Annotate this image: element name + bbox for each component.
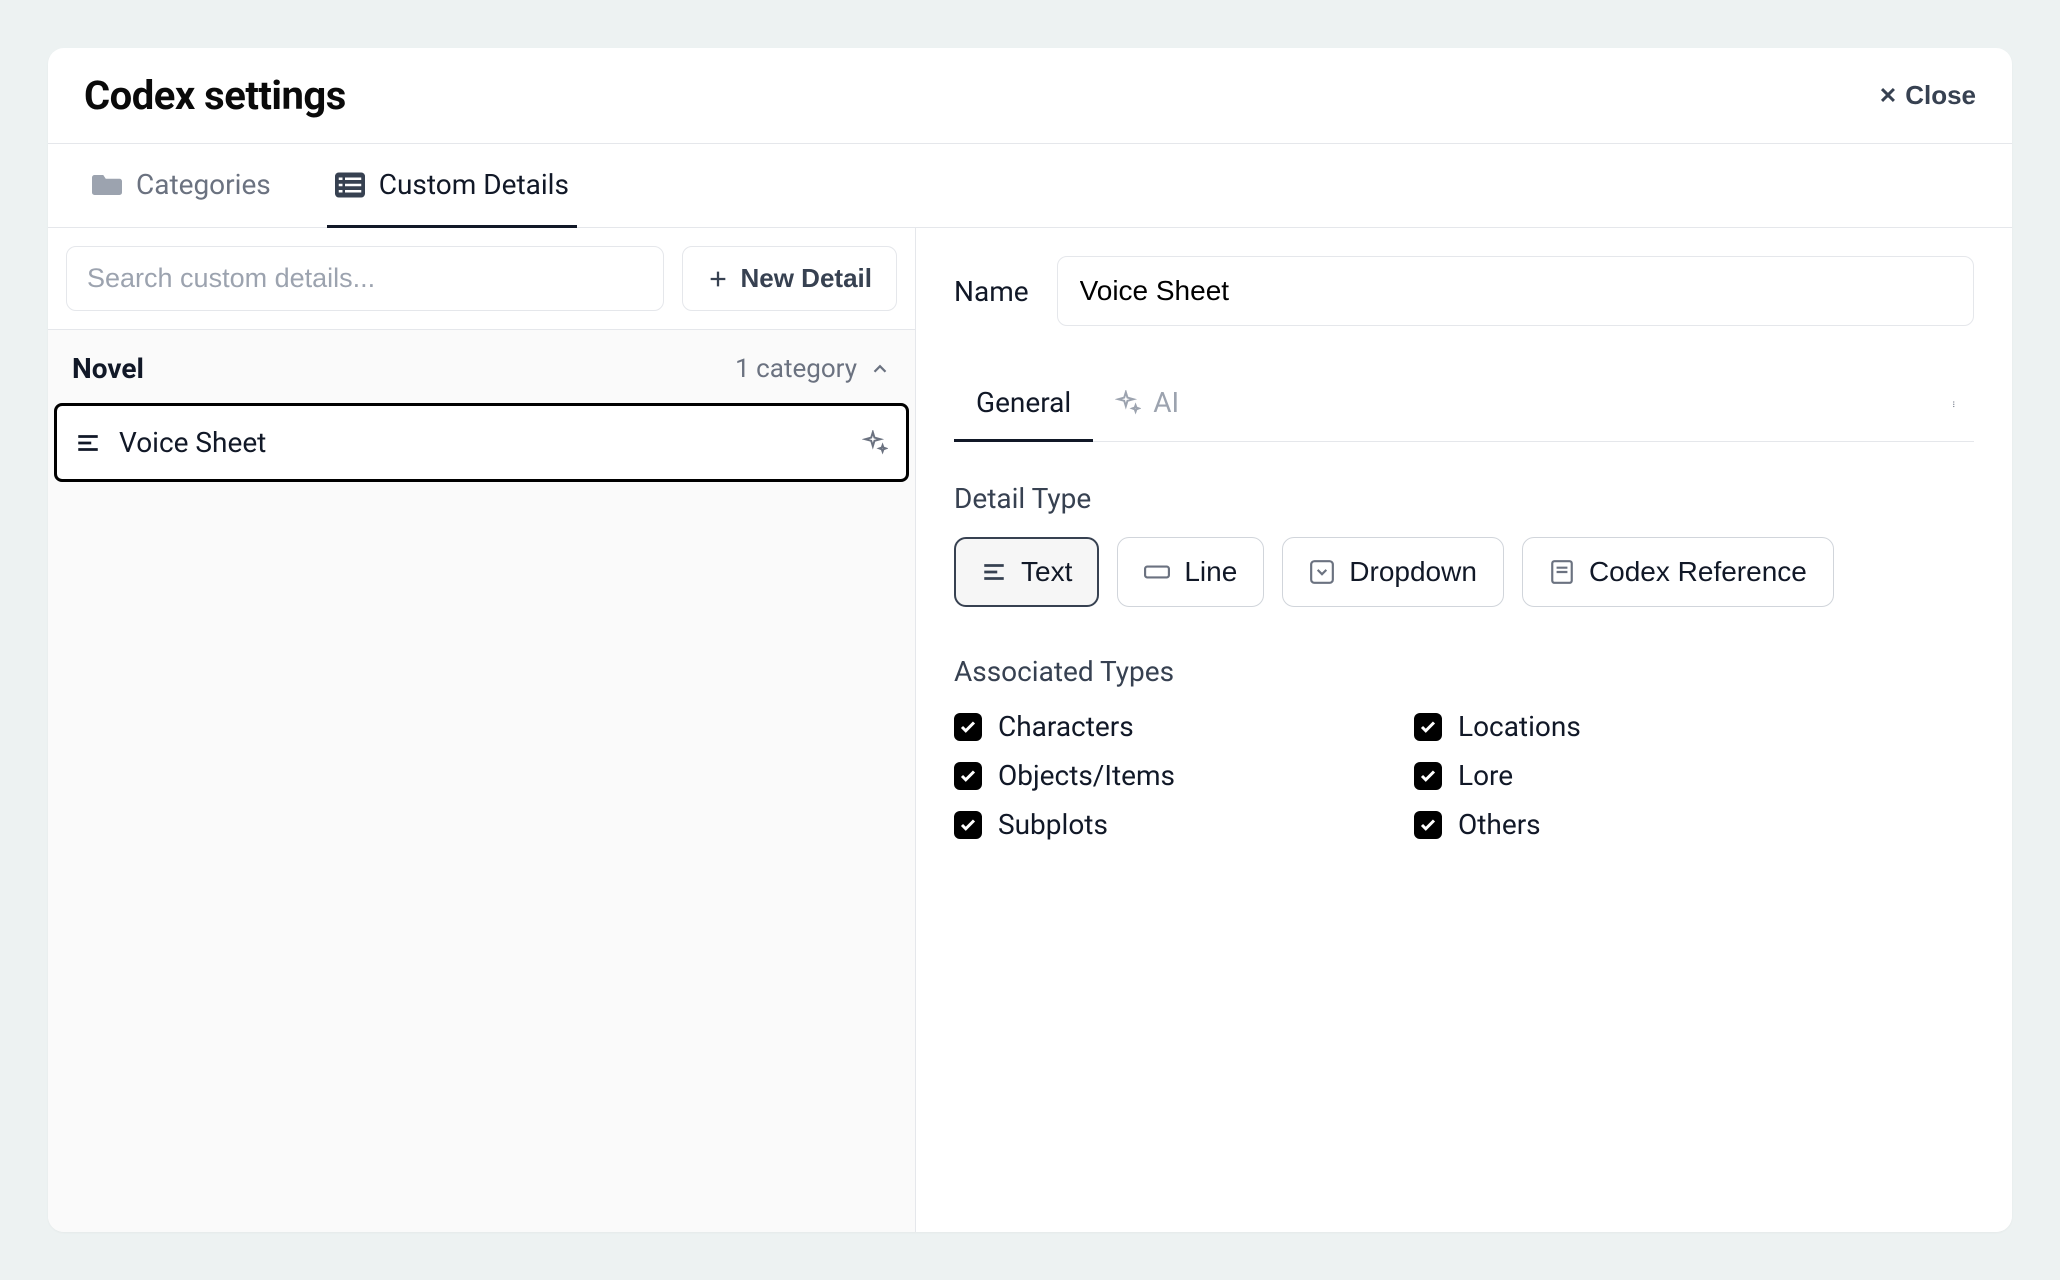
tab-categories[interactable]: Categories — [84, 144, 279, 228]
group-meta: 1 category — [735, 354, 891, 384]
right-panel: Name General AI Detail Type T — [916, 228, 2012, 1232]
text-lines-icon — [981, 559, 1007, 585]
detail-item-label: Voice Sheet — [119, 426, 844, 459]
detail-item-voice-sheet[interactable]: Voice Sheet — [54, 403, 909, 482]
check-icon — [959, 767, 977, 785]
assoc-locations[interactable]: Locations — [1414, 710, 1834, 743]
assoc-subplots[interactable]: Subplots — [954, 808, 1374, 841]
main-tabs: Categories Custom Details — [48, 144, 2012, 228]
search-row: New Detail — [48, 228, 915, 330]
more-menu-button[interactable] — [1938, 386, 1974, 422]
subtab-general-label: General — [976, 386, 1071, 419]
assoc-lore-label: Lore — [1458, 759, 1513, 792]
search-input[interactable] — [66, 246, 664, 311]
checkbox-checked — [954, 713, 982, 741]
detail-type-codex-reference[interactable]: Codex Reference — [1522, 537, 1834, 607]
detail-type-dropdown-label: Dropdown — [1349, 556, 1477, 588]
close-button[interactable]: ✕ Close — [1879, 80, 1976, 111]
sparkle-icon — [1115, 390, 1141, 416]
assoc-subplots-label: Subplots — [998, 808, 1108, 841]
assoc-characters-label: Characters — [998, 710, 1134, 743]
detail-subtabs: General AI — [954, 366, 1974, 442]
detail-type-dropdown[interactable]: Dropdown — [1282, 537, 1504, 607]
assoc-lore[interactable]: Lore — [1414, 759, 1834, 792]
assoc-others[interactable]: Others — [1414, 808, 1834, 841]
assoc-locations-label: Locations — [1458, 710, 1581, 743]
group-title: Novel — [72, 352, 144, 385]
assoc-objects[interactable]: Objects/Items — [954, 759, 1374, 792]
new-detail-label: New Detail — [741, 263, 873, 294]
checkbox-checked — [1414, 811, 1442, 839]
page-title: Codex settings — [84, 72, 346, 119]
new-detail-button[interactable]: New Detail — [682, 246, 898, 311]
associated-types-label: Associated Types — [954, 655, 1974, 688]
detail-type-label: Detail Type — [954, 482, 1974, 515]
codex-settings-modal: Codex settings ✕ Close Categories Custom… — [48, 48, 2012, 1232]
check-icon — [1419, 718, 1437, 736]
book-icon — [1549, 559, 1575, 585]
check-icon — [1419, 767, 1437, 785]
close-icon: ✕ — [1879, 83, 1897, 109]
detail-type-text[interactable]: Text — [954, 537, 1099, 607]
assoc-characters[interactable]: Characters — [954, 710, 1374, 743]
line-input-icon — [1144, 559, 1170, 585]
detail-type-line[interactable]: Line — [1117, 537, 1264, 607]
tab-custom-details[interactable]: Custom Details — [327, 144, 577, 228]
dropdown-icon — [1309, 559, 1335, 585]
name-field-row: Name — [954, 256, 1974, 326]
checkbox-checked — [1414, 762, 1442, 790]
detail-type-codex-ref-label: Codex Reference — [1589, 556, 1807, 588]
associated-types-grid: Characters Locations Objects/Items Lore … — [954, 710, 1834, 841]
left-panel: New Detail Novel 1 category Voice Sheet — [48, 228, 916, 1232]
assoc-others-label: Others — [1458, 808, 1541, 841]
name-label: Name — [954, 275, 1029, 308]
check-icon — [1419, 816, 1437, 834]
detail-type-options: Text Line Dropdown Codex Reference — [954, 537, 1974, 607]
group-header-novel[interactable]: Novel 1 category — [48, 330, 915, 403]
check-icon — [959, 718, 977, 736]
tab-custom-details-label: Custom Details — [379, 168, 569, 201]
chevron-up-icon — [869, 358, 891, 380]
checkbox-checked — [1414, 713, 1442, 741]
modal-body: New Detail Novel 1 category Voice Sheet … — [48, 228, 2012, 1232]
group-count: 1 category — [735, 354, 857, 384]
assoc-objects-label: Objects/Items — [998, 759, 1175, 792]
name-input[interactable] — [1057, 256, 1974, 326]
subtab-ai-label: AI — [1153, 386, 1179, 419]
list-icon — [335, 172, 365, 198]
detail-type-line-label: Line — [1184, 556, 1237, 588]
tab-categories-label: Categories — [136, 168, 271, 201]
text-lines-icon — [75, 430, 101, 456]
detail-type-text-label: Text — [1021, 556, 1072, 588]
check-icon — [959, 816, 977, 834]
kebab-icon — [1953, 391, 1959, 417]
subtab-ai[interactable]: AI — [1093, 366, 1201, 442]
sparkle-icon — [862, 430, 888, 456]
modal-header: Codex settings ✕ Close — [48, 48, 2012, 144]
close-label: Close — [1905, 80, 1976, 111]
subtab-general[interactable]: General — [954, 366, 1093, 442]
checkbox-checked — [954, 762, 982, 790]
checkbox-checked — [954, 811, 982, 839]
folder-icon — [92, 172, 122, 198]
plus-icon — [707, 268, 729, 290]
